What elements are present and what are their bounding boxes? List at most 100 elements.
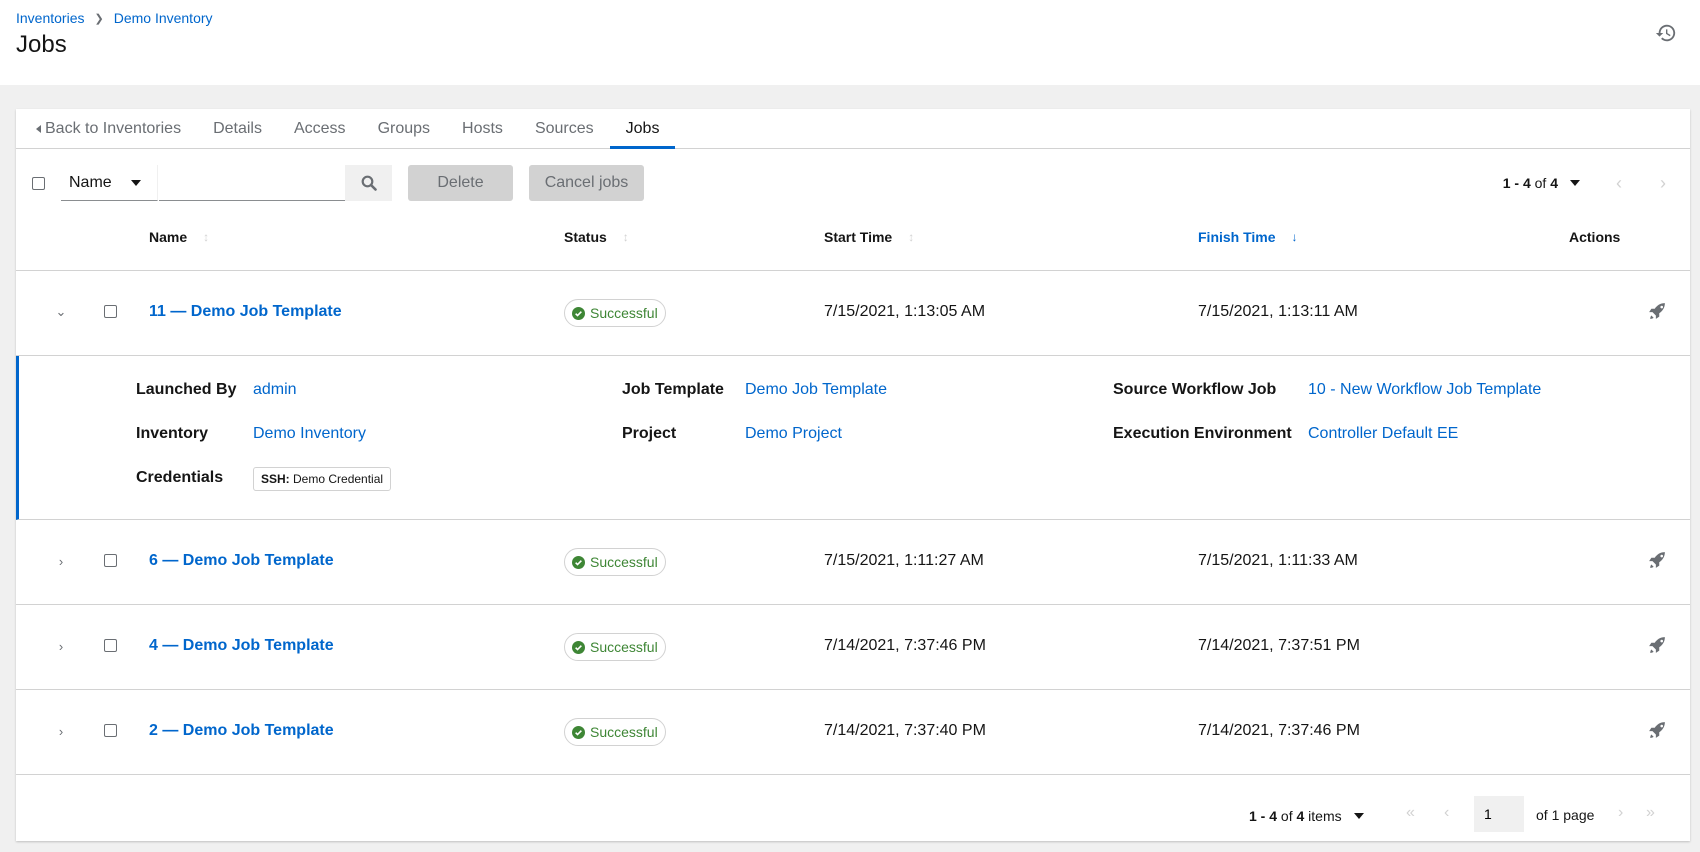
pagination-of: of bbox=[1280, 808, 1293, 824]
caret-down-icon bbox=[131, 180, 141, 186]
column-label: Status bbox=[564, 229, 607, 245]
start-time: 7/14/2021, 7:37:46 PM bbox=[824, 637, 986, 654]
rocket-icon[interactable] bbox=[1648, 636, 1666, 654]
next-page-icon[interactable]: › bbox=[1618, 804, 1623, 822]
project-link[interactable]: Demo Project bbox=[745, 425, 842, 443]
tab-sources[interactable]: Sources bbox=[519, 109, 610, 148]
table-row: › 6 — Demo Job Template Successful 7/15/… bbox=[16, 520, 1690, 605]
filter-field-select[interactable]: Name bbox=[61, 165, 158, 201]
search-input[interactable] bbox=[159, 165, 345, 201]
detail-label: Execution Environment bbox=[1113, 425, 1292, 442]
status-badge: Successful bbox=[564, 718, 666, 746]
first-page-icon[interactable]: « bbox=[1406, 804, 1415, 822]
status-label: Successful bbox=[590, 554, 658, 570]
expanded-row-details: Launched By admin Inventory Demo Invento… bbox=[16, 356, 1690, 520]
select-all-checkbox[interactable] bbox=[32, 177, 45, 190]
rocket-icon[interactable] bbox=[1648, 302, 1666, 320]
column-header-finish-time[interactable]: Finish Time ↓ bbox=[1198, 229, 1298, 245]
column-header-name[interactable]: Name ↕ bbox=[149, 229, 209, 245]
status-badge: Successful bbox=[564, 633, 666, 661]
source-workflow-job-link[interactable]: 10 - New Workflow Job Template bbox=[1308, 381, 1541, 399]
credential-name: Demo Credential bbox=[293, 472, 384, 486]
job-name-link[interactable]: 2 — Demo Job Template bbox=[149, 722, 334, 740]
status-label: Successful bbox=[590, 305, 658, 321]
prev-page-icon[interactable]: ‹ bbox=[1616, 173, 1622, 194]
delete-button[interactable]: Delete bbox=[408, 165, 513, 201]
status-badge: Successful bbox=[564, 548, 666, 576]
breadcrumb-demo-inventory[interactable]: Demo Inventory bbox=[114, 10, 213, 26]
row-checkbox[interactable] bbox=[104, 554, 117, 567]
rocket-icon[interactable] bbox=[1648, 551, 1666, 569]
pagination-range: 1 - 4 of 4 bbox=[1503, 175, 1558, 191]
job-name-link[interactable]: 4 — Demo Job Template bbox=[149, 637, 334, 655]
prev-page-icon[interactable]: ‹ bbox=[1444, 804, 1449, 822]
execution-environment-link[interactable]: Controller Default EE bbox=[1308, 425, 1458, 443]
start-time: 7/15/2021, 1:13:05 AM bbox=[824, 303, 986, 320]
row-checkbox[interactable] bbox=[104, 305, 117, 318]
finish-time: 7/14/2021, 7:37:46 PM bbox=[1198, 722, 1360, 739]
check-circle-icon bbox=[572, 555, 585, 569]
detail-execution-environment: Execution Environment Controller Default… bbox=[1113, 425, 1458, 443]
expand-row-toggle[interactable]: › bbox=[54, 724, 68, 739]
sort-desc-icon: ↓ bbox=[1291, 230, 1298, 244]
column-header-status[interactable]: Status ↕ bbox=[564, 229, 629, 245]
collapse-row-toggle[interactable]: ⌄ bbox=[54, 304, 68, 319]
job-name-link[interactable]: 11 — Demo Job Template bbox=[149, 303, 342, 321]
job-name-link[interactable]: 6 — Demo Job Template bbox=[149, 552, 334, 570]
pagination-total: 4 bbox=[1296, 808, 1305, 824]
pagination-items-label: items bbox=[1308, 808, 1342, 824]
detail-job-template: Job Template Demo Job Template bbox=[622, 381, 887, 399]
breadcrumb: Inventories ❯ Demo Inventory bbox=[16, 10, 213, 26]
column-label: Actions bbox=[1569, 229, 1621, 245]
detail-launched-by: Launched By admin bbox=[136, 381, 297, 399]
pagination-range-value: 1 - 4 bbox=[1502, 175, 1531, 191]
next-page-icon[interactable]: › bbox=[1660, 173, 1666, 194]
caret-left-icon bbox=[36, 124, 41, 133]
column-header-start-time[interactable]: Start Time ↕ bbox=[824, 229, 914, 245]
check-circle-icon bbox=[572, 640, 585, 654]
detail-inventory: Inventory Demo Inventory bbox=[136, 425, 366, 443]
credential-kind: SSH: bbox=[261, 472, 290, 486]
current-page-input[interactable] bbox=[1474, 796, 1524, 832]
finish-time: 7/15/2021, 1:13:11 AM bbox=[1198, 303, 1358, 320]
tab-back-to-inventories[interactable]: Back to Inventories bbox=[36, 109, 197, 148]
detail-project: Project Demo Project bbox=[622, 425, 842, 443]
detail-label: Project bbox=[622, 425, 677, 442]
job-template-link[interactable]: Demo Job Template bbox=[745, 381, 887, 399]
expand-row-toggle[interactable]: › bbox=[54, 554, 68, 569]
launched-by-link[interactable]: admin bbox=[253, 381, 297, 399]
finish-time: 7/15/2021, 1:11:33 AM bbox=[1198, 552, 1358, 569]
credential-chip[interactable]: SSH: Demo Credential bbox=[253, 467, 392, 491]
tab-groups[interactable]: Groups bbox=[362, 109, 446, 148]
pagination-total: 4 bbox=[1550, 175, 1558, 191]
pagination-range: 1 - 4 of 4 items bbox=[1249, 808, 1364, 824]
detail-source-workflow-job: Source Workflow Job 10 - New Workflow Jo… bbox=[1113, 381, 1541, 399]
expand-row-toggle[interactable]: › bbox=[54, 639, 68, 654]
tab-access[interactable]: Access bbox=[278, 109, 362, 148]
per-page-toggle[interactable] bbox=[1353, 813, 1364, 819]
tab-details[interactable]: Details bbox=[197, 109, 278, 148]
status-label: Successful bbox=[590, 724, 658, 740]
search-button[interactable] bbox=[345, 165, 392, 201]
cancel-jobs-button[interactable]: Cancel jobs bbox=[529, 165, 644, 201]
pagination-range-value: 1 - 4 bbox=[1249, 808, 1278, 824]
tab-label: Jobs bbox=[625, 119, 660, 137]
status-badge: Successful bbox=[564, 299, 666, 327]
page-header: Inventories ❯ Demo Inventory Jobs bbox=[0, 0, 1700, 85]
per-page-toggle[interactable] bbox=[1570, 180, 1580, 186]
row-checkbox[interactable] bbox=[104, 639, 117, 652]
tab-jobs[interactable]: Jobs bbox=[609, 109, 676, 149]
history-icon[interactable] bbox=[1655, 22, 1677, 44]
rocket-icon[interactable] bbox=[1648, 721, 1666, 739]
tab-label: Back to Inventories bbox=[45, 119, 182, 137]
row-checkbox[interactable] bbox=[104, 724, 117, 737]
breadcrumb-separator-icon: ❯ bbox=[94, 12, 104, 25]
last-page-icon[interactable]: » bbox=[1646, 804, 1655, 822]
detail-label: Credentials bbox=[136, 469, 224, 486]
breadcrumb-inventories[interactable]: Inventories bbox=[16, 10, 84, 26]
inventory-link[interactable]: Demo Inventory bbox=[253, 425, 366, 443]
tab-label: Sources bbox=[534, 119, 594, 137]
tab-label: Hosts bbox=[462, 119, 503, 137]
bottom-pagination: 1 - 4 of 4 items « ‹ of 1 page › » bbox=[16, 789, 1690, 841]
tab-hosts[interactable]: Hosts bbox=[446, 109, 519, 148]
